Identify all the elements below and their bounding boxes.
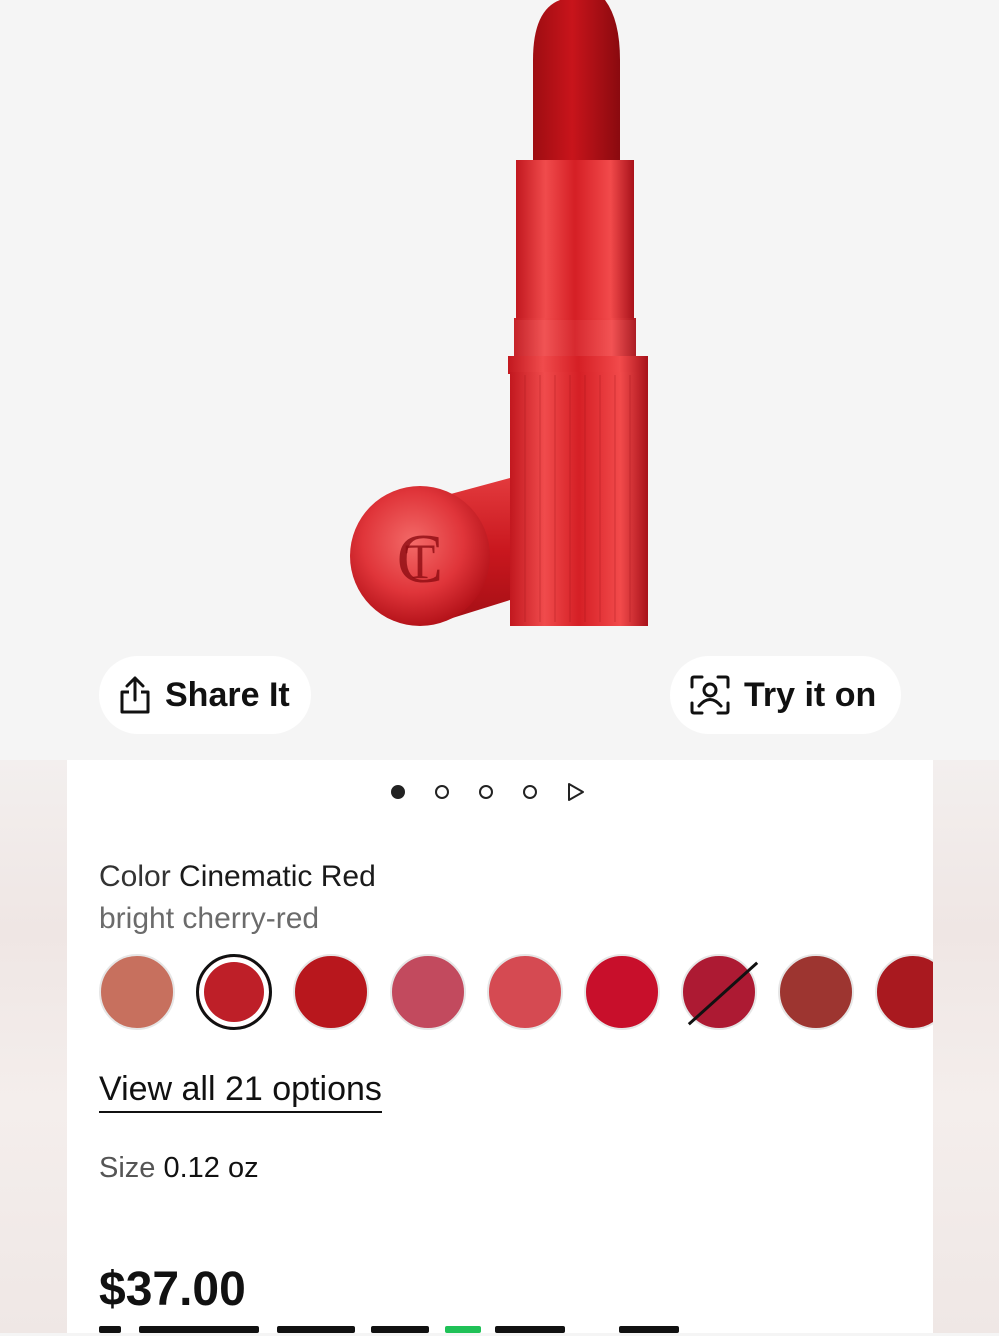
color-swatch[interactable] xyxy=(487,954,563,1030)
color-swatch-unavailable[interactable] xyxy=(681,954,759,1030)
carousel-dot-1[interactable] xyxy=(391,785,405,799)
try-it-on-button[interactable]: Try it on xyxy=(670,656,901,734)
color-name: Cinematic Red xyxy=(179,860,376,893)
color-swatch-selected[interactable] xyxy=(196,954,272,1030)
face-scan-icon xyxy=(690,675,730,715)
background-left xyxy=(0,760,67,1333)
share-button-label: Share It xyxy=(165,675,290,714)
lipstick-product-image: C T xyxy=(350,0,648,626)
share-icon xyxy=(120,676,150,714)
unavailable-slash-icon xyxy=(687,961,759,1026)
color-label: Color xyxy=(99,860,171,893)
carousel-dot-4[interactable] xyxy=(523,785,537,799)
product-image-hero[interactable]: C T Share It Try it on xyxy=(0,0,999,760)
svg-text:T: T xyxy=(405,533,436,589)
carousel-dot-3[interactable] xyxy=(479,785,493,799)
product-details-panel: Color Cinematic Red bright cherry-red Vi… xyxy=(67,760,933,1333)
try-it-on-label: Try it on xyxy=(744,675,877,714)
color-swatch[interactable] xyxy=(390,954,466,1030)
selected-color: Color Cinematic Red xyxy=(99,860,376,894)
color-swatch[interactable] xyxy=(293,954,369,1030)
carousel-indicators xyxy=(391,782,585,802)
price: $37.00 xyxy=(99,1263,246,1316)
installment-text-clipped xyxy=(99,1326,719,1336)
color-swatch[interactable] xyxy=(778,954,854,1030)
color-swatch-list xyxy=(99,952,933,1036)
background-right xyxy=(933,760,999,1333)
size-label: Size xyxy=(99,1152,156,1184)
color-swatch[interactable] xyxy=(875,954,933,1030)
color-swatch[interactable] xyxy=(584,954,660,1030)
size-info: Size 0.12 oz xyxy=(99,1152,259,1185)
share-button[interactable]: Share It xyxy=(99,656,311,734)
play-video-icon[interactable] xyxy=(567,782,585,802)
carousel-dot-2[interactable] xyxy=(435,785,449,799)
color-description: bright cherry-red xyxy=(99,902,320,935)
view-all-options-link[interactable]: View all 21 options xyxy=(99,1070,382,1113)
color-swatch[interactable] xyxy=(99,954,175,1030)
size-value: 0.12 oz xyxy=(163,1152,259,1184)
